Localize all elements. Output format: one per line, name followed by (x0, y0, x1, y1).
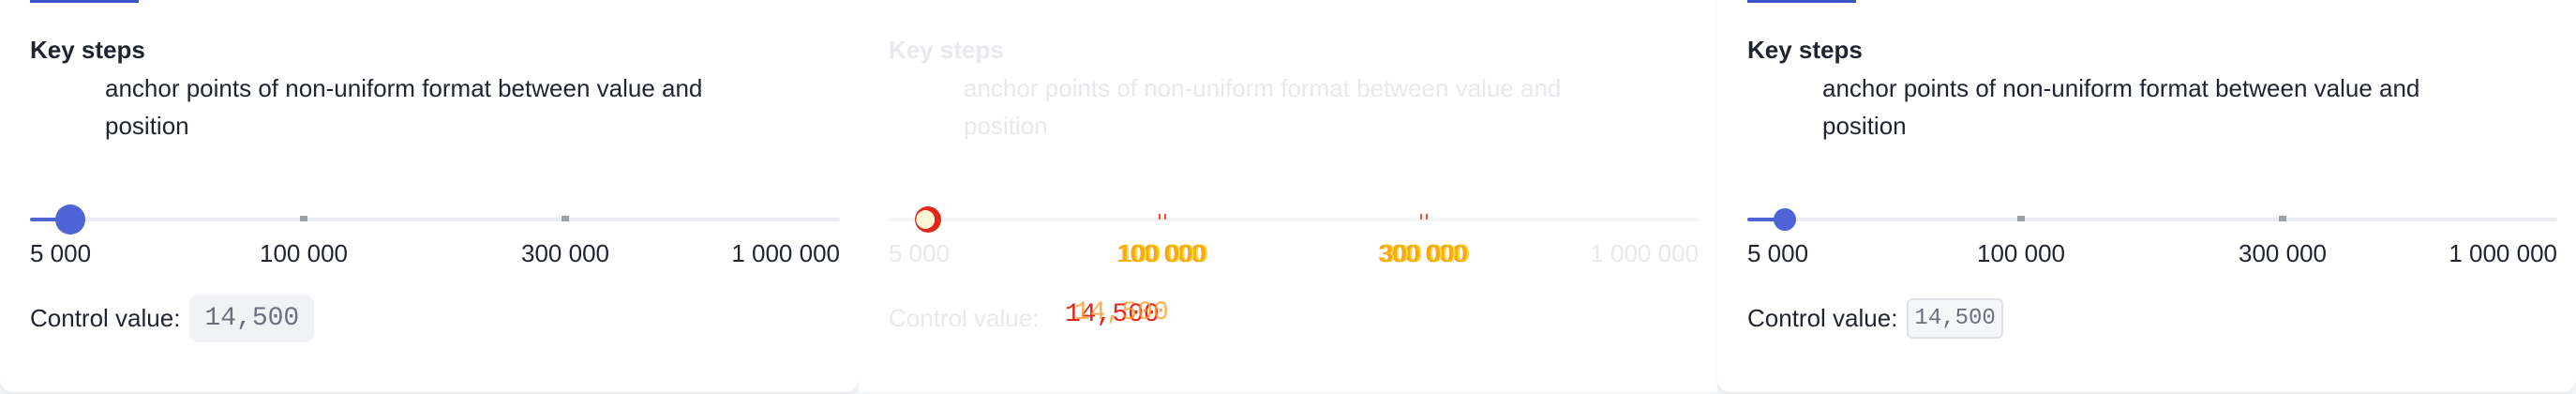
tick-label-300000: 300 000 (521, 239, 609, 267)
control-value-row: Control value: 14,500 (1747, 293, 2003, 343)
control-value-label: Control value: (1747, 303, 1898, 332)
panel-heading: Key steps (889, 36, 1004, 64)
active-tab-indicator (1747, 0, 1856, 3)
tick-label-5000: 5 000 (1747, 239, 1809, 267)
panel-heading: Key steps (30, 36, 145, 64)
tick-label-1000000: 1 000 000 (2449, 239, 2557, 267)
tick-label-5000: 5 000 (30, 239, 92, 267)
control-value-label: Control value: (30, 303, 181, 332)
panel-heading: Key steps (1747, 36, 1863, 64)
slider-tick-mark (300, 216, 307, 221)
slider-thumb[interactable] (915, 206, 941, 233)
slider-demo-stage: Key steps anchor points of non-uniform f… (0, 0, 2576, 394)
slider-tick-mark (2279, 216, 2286, 221)
slider-track[interactable] (889, 218, 1699, 221)
tick-label-5000: 5 000 (889, 239, 951, 267)
tick-label-300000: 300 000 (1380, 239, 1468, 267)
slider-track[interactable] (30, 218, 840, 221)
active-tab-indicator (30, 0, 139, 3)
control-value-readout: 14,500 14,500 (1065, 298, 1169, 329)
slider-thumb[interactable] (55, 205, 85, 235)
control-value-label: Control value: (889, 303, 1040, 332)
slider-tick-mark (2017, 216, 2025, 221)
slider-tick-mark (1420, 214, 1428, 220)
tick-label-300000: 300 000 (2239, 239, 2327, 267)
slider-track[interactable] (1747, 218, 2557, 221)
slider-thumb[interactable] (1774, 208, 1796, 231)
slider-tick-mark (562, 216, 569, 221)
control-value-readout: 14,500 (189, 294, 315, 342)
panel-description: anchor points of non-uniform format betw… (1822, 74, 2420, 140)
panel-description: anchor points of non-uniform format betw… (105, 74, 703, 140)
panel-description: anchor points of non-uniform format betw… (964, 74, 1562, 140)
slider-panel-2-transition: Key steps anchor points of non-uniform f… (859, 0, 1717, 392)
slider-panel-1: Key steps anchor points of non-uniform f… (0, 0, 859, 392)
tick-label-100000: 100 000 (260, 239, 348, 267)
control-value-row: Control value: 14,500 (30, 293, 315, 343)
tick-label-100000: 100 000 (1118, 239, 1206, 267)
control-value-readout: 14,500 (1907, 297, 2003, 339)
tick-label-1000000: 1 000 000 (731, 239, 840, 267)
slider-panel-3: Key steps anchor points of non-uniform f… (1717, 0, 2576, 392)
control-value-echo: 14,500 (1074, 298, 1169, 327)
control-value-row: Control value: (889, 293, 1048, 343)
tick-label-1000000: 1 000 000 (1590, 239, 1699, 267)
slider-tick-mark (1159, 214, 1166, 220)
tick-label-100000: 100 000 (1977, 239, 2065, 267)
